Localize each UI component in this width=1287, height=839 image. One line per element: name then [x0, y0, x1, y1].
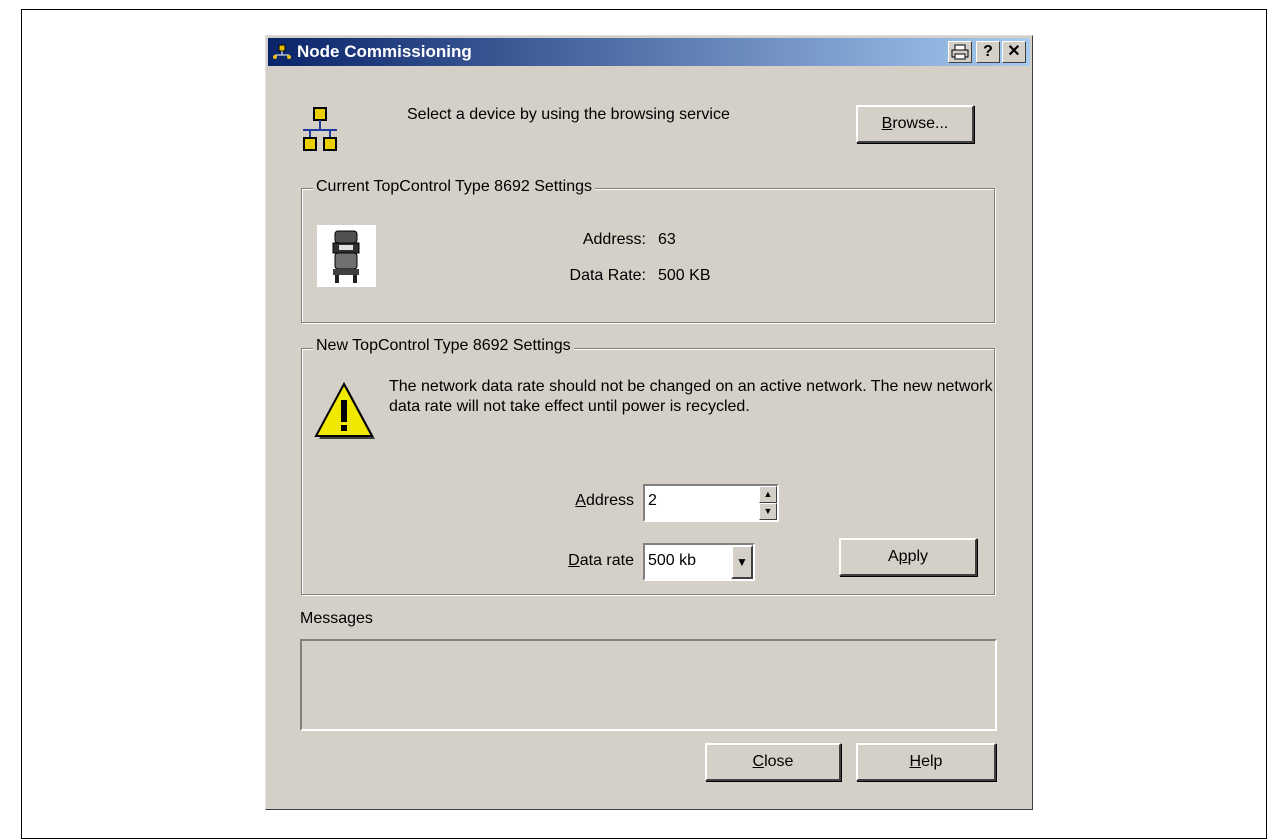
app-icon [273, 44, 291, 59]
new-settings-legend: New TopControl Type 8692 Settings [313, 337, 574, 355]
network-icon [303, 107, 337, 151]
warning-icon [314, 381, 375, 439]
current-settings-legend: Current TopControl Type 8692 Settings [313, 178, 596, 196]
close-button[interactable]: Close [705, 743, 841, 781]
browse-instruction: Select a device by using the browsing se… [407, 106, 730, 123]
current-rate-label: Data Rate: [569, 267, 646, 284]
print-button[interactable] [948, 41, 972, 63]
warning-text: The network data rate should not be chan… [389, 378, 993, 415]
address-label: Address [575, 492, 634, 509]
address-input[interactable]: 2 [648, 492, 657, 510]
current-settings-group [301, 188, 995, 323]
print-icon [951, 44, 969, 60]
apply-button[interactable]: Apply [839, 538, 977, 576]
browse-button[interactable]: Browse... [856, 105, 974, 143]
spin-up-button[interactable]: ▲ [759, 486, 777, 503]
chevron-down-icon[interactable]: ▼ [731, 545, 753, 579]
current-address-label: Address: [582, 231, 646, 248]
data-rate-value: 500 kb [648, 552, 697, 569]
current-rate-value: 500 KB [658, 267, 711, 284]
spin-down-button[interactable]: ▼ [759, 503, 777, 520]
browse-mnemonic: B [881, 115, 893, 132]
close-title-button[interactable]: ✕ [1002, 41, 1026, 63]
data-rate-select[interactable]: 500 kb ▼ [643, 543, 755, 581]
valve-device-icon [317, 225, 376, 287]
browse-label: rowse... [892, 115, 949, 132]
title-bar[interactable]: Node Commissioning ? ✕ [268, 38, 1030, 66]
current-address-value: 63 [658, 231, 676, 248]
node-commissioning-dialog: Node Commissioning ? ✕ Select a device b… [265, 35, 1033, 810]
help-title-button[interactable]: ? [976, 41, 1000, 63]
window-title: Node Commissioning [297, 42, 472, 61]
help-button[interactable]: Help [856, 743, 996, 781]
messages-box[interactable] [300, 639, 997, 731]
data-rate-label: Data rate [568, 552, 634, 569]
address-spinner[interactable]: 2 ▲ ▼ [643, 484, 779, 522]
messages-label: Messages [300, 610, 373, 627]
